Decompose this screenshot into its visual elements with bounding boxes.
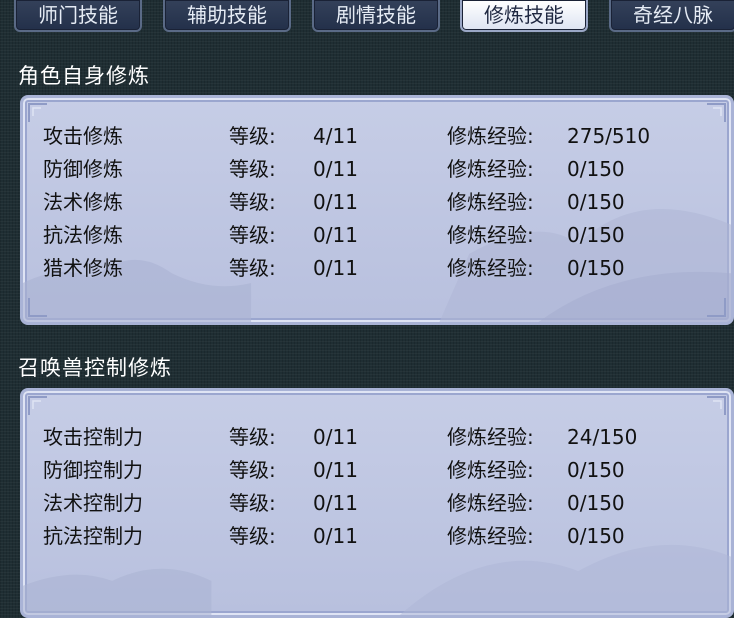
tab-assist-skills[interactable]: 辅助技能 xyxy=(163,0,291,32)
control-name: 攻击控制力 xyxy=(43,425,143,449)
pet-control-panel: 攻击控制力 等级: 0/11 修炼经验: 24/150 防御控制力 等级: 0/… xyxy=(20,388,734,618)
level-label: 等级: xyxy=(229,458,276,482)
exp-label: 修炼经验: xyxy=(447,256,534,280)
control-row-magic: 法术控制力 等级: 0/11 修炼经验: 0/150 xyxy=(23,487,731,520)
tab-story-skills[interactable]: 剧情技能 xyxy=(312,0,440,32)
cultivation-row-defense: 防御修炼 等级: 0/11 修炼经验: 0/150 xyxy=(23,153,731,186)
control-row-attack: 攻击控制力 等级: 0/11 修炼经验: 24/150 xyxy=(23,421,731,454)
level-value: 0/11 xyxy=(313,256,358,280)
tab-meridian-skills[interactable]: 奇经八脉 xyxy=(609,0,734,32)
exp-label: 修炼经验: xyxy=(447,157,534,181)
exp-label: 修炼经验: xyxy=(447,190,534,214)
cultivation-row-hunting: 猎术修炼 等级: 0/11 修炼经验: 0/150 xyxy=(23,252,731,285)
level-label: 等级: xyxy=(229,124,276,148)
exp-value: 24/150 xyxy=(567,425,638,449)
level-label: 等级: xyxy=(229,256,276,280)
corner-ornament-icon xyxy=(28,298,47,317)
exp-value: 0/150 xyxy=(567,223,625,247)
corner-ornament-icon xyxy=(707,298,726,317)
level-label: 等级: xyxy=(229,491,276,515)
exp-value: 275/510 xyxy=(567,124,651,148)
level-label: 等级: xyxy=(229,425,276,449)
exp-value: 0/150 xyxy=(567,190,625,214)
level-value: 4/11 xyxy=(313,124,358,148)
level-value: 0/11 xyxy=(313,157,358,181)
level-label: 等级: xyxy=(229,524,276,548)
exp-label: 修炼经验: xyxy=(447,524,534,548)
control-row-magic-resist: 抗法控制力 等级: 0/11 修炼经验: 0/150 xyxy=(23,520,731,553)
pet-control-title: 召唤兽控制修炼 xyxy=(18,356,172,380)
exp-label: 修炼经验: xyxy=(447,458,534,482)
level-label: 等级: xyxy=(229,190,276,214)
exp-value: 0/150 xyxy=(567,157,625,181)
control-name: 防御控制力 xyxy=(43,458,143,482)
level-value: 0/11 xyxy=(313,223,358,247)
exp-label: 修炼经验: xyxy=(447,124,534,148)
cultivation-name: 猎术修炼 xyxy=(43,256,123,280)
exp-value: 0/150 xyxy=(567,458,625,482)
cultivation-name: 抗法修炼 xyxy=(43,223,123,247)
exp-value: 0/150 xyxy=(567,524,625,548)
cultivation-row-attack: 攻击修炼 等级: 4/11 修炼经验: 275/510 xyxy=(23,120,731,153)
level-value: 0/11 xyxy=(313,190,358,214)
level-label: 等级: xyxy=(229,223,276,247)
control-name: 法术控制力 xyxy=(43,491,143,515)
control-name: 抗法控制力 xyxy=(43,524,143,548)
self-cultivation-panel: 攻击修炼 等级: 4/11 修炼经验: 275/510 防御修炼 等级: 0/1… xyxy=(20,95,734,325)
exp-value: 0/150 xyxy=(567,491,625,515)
control-row-defense: 防御控制力 等级: 0/11 修炼经验: 0/150 xyxy=(23,454,731,487)
cultivation-name: 攻击修炼 xyxy=(43,124,123,148)
level-label: 等级: xyxy=(229,157,276,181)
cultivation-name: 法术修炼 xyxy=(43,190,123,214)
skill-tab-bar: 师门技能 辅助技能 剧情技能 修炼技能 奇经八脉 xyxy=(0,0,734,36)
exp-label: 修炼经验: xyxy=(447,223,534,247)
exp-value: 0/150 xyxy=(567,256,625,280)
corner-ornament-icon xyxy=(707,396,726,415)
level-value: 0/11 xyxy=(313,425,358,449)
level-value: 0/11 xyxy=(313,491,358,515)
exp-label: 修炼经验: xyxy=(447,425,534,449)
cultivation-row-magic-resist: 抗法修炼 等级: 0/11 修炼经验: 0/150 xyxy=(23,219,731,252)
corner-ornament-icon xyxy=(28,396,47,415)
self-cultivation-title: 角色自身修炼 xyxy=(18,64,150,88)
tab-school-skills[interactable]: 师门技能 xyxy=(14,0,142,32)
exp-label: 修炼经验: xyxy=(447,491,534,515)
cultivation-row-magic: 法术修炼 等级: 0/11 修炼经验: 0/150 xyxy=(23,186,731,219)
tab-cultivation-skills[interactable]: 修炼技能 xyxy=(460,0,588,32)
level-value: 0/11 xyxy=(313,458,358,482)
cultivation-name: 防御修炼 xyxy=(43,157,123,181)
level-value: 0/11 xyxy=(313,524,358,548)
